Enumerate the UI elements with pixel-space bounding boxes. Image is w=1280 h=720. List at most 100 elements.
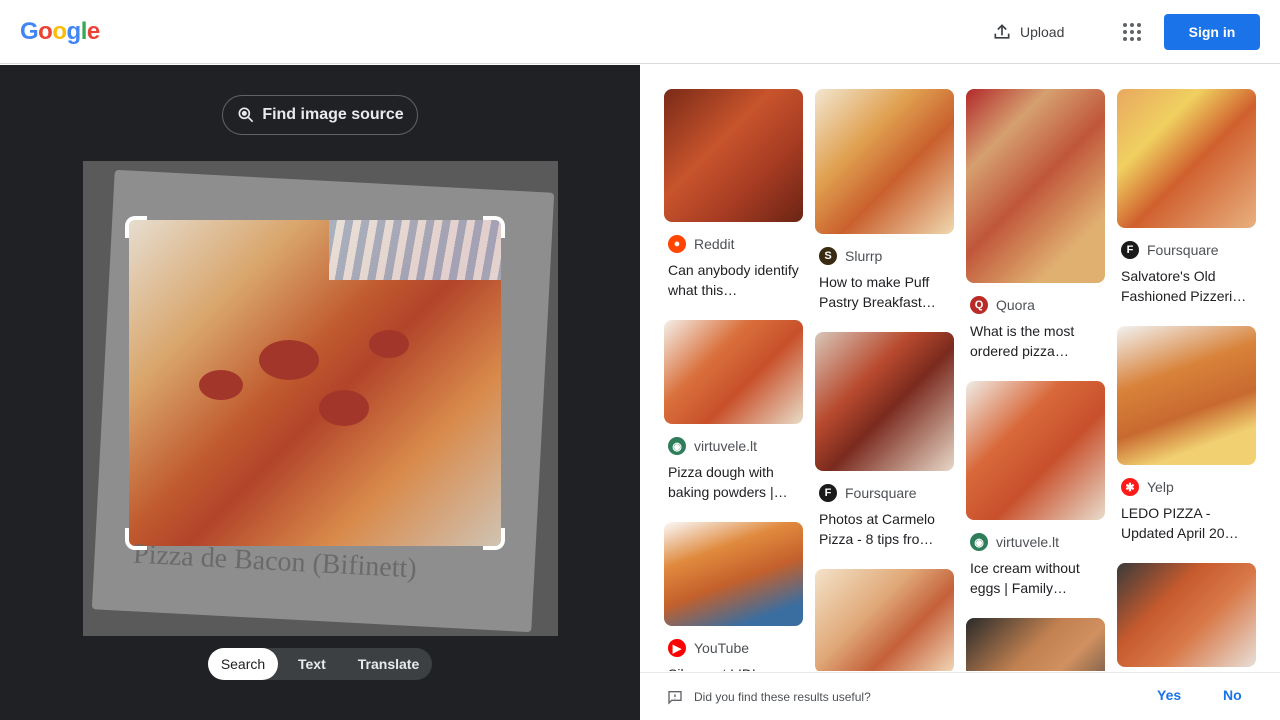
result-thumbnail[interactable] [1117, 326, 1256, 465]
find-image-source-button[interactable]: Find image source [222, 95, 418, 135]
result-card[interactable]: ◉ virtuvele.lt Ice cream without eggs | Fa… [966, 381, 1105, 598]
result-title[interactable]: Photos at Carmelo Pizza - 8 tips fro… [819, 509, 951, 549]
source-favicon-icon: ◉ [668, 437, 686, 455]
uploaded-image[interactable]: Pizza de Bacon (Bifinett) [83, 161, 558, 636]
result-source[interactable]: ▶ YouTube [668, 638, 803, 658]
source-name: YouTube [694, 640, 750, 656]
topping [199, 370, 243, 400]
logo-letter: o [52, 18, 67, 45]
result-card[interactable]: ▶ YouTube Silver pot LIDL… [664, 522, 803, 671]
result-thumbnail[interactable] [664, 320, 803, 424]
source-favicon-icon: Q [970, 296, 988, 314]
result-thumbnail[interactable] [664, 522, 803, 626]
result-source[interactable]: F Foursquare [819, 483, 954, 503]
result-card[interactable] [966, 618, 1105, 671]
feedback-no-button[interactable]: No [1223, 687, 1242, 703]
source-name: virtuvele.lt [996, 534, 1060, 550]
results-column: Q Quora What is the most ordered pizza… ◉ vi… [966, 89, 1105, 671]
source-name: Quora [996, 297, 1035, 313]
result-card[interactable]: S Slurrp How to make Puff Pastry Breakfast… [815, 89, 954, 312]
source-name: Reddit [694, 236, 735, 252]
logo-letter: e [86, 18, 100, 45]
result-card[interactable]: F Foursquare Salvatore's Old Fashioned Piz… [1117, 89, 1256, 306]
source-name: virtuvele.lt [694, 438, 758, 454]
result-title[interactable]: Salvatore's Old Fashioned Pizzeri… [1121, 266, 1253, 306]
result-card[interactable]: ● Reddit Can anybody identify what this… [664, 89, 803, 300]
result-title[interactable]: What is the most ordered pizza… [970, 321, 1102, 361]
visual-matches-grid: ● Reddit Can anybody identify what this… ◉ v… [640, 65, 1280, 671]
mode-search[interactable]: Search [208, 648, 278, 680]
feedback-question: Did you find these results useful? [694, 690, 871, 704]
result-thumbnail[interactable] [815, 332, 954, 471]
result-thumbnail[interactable] [966, 618, 1105, 671]
result-title[interactable]: Silver pot LIDL… [668, 664, 800, 671]
result-title[interactable]: Ice cream without eggs | Family… [970, 558, 1102, 598]
crop-handle-top-left[interactable] [125, 216, 147, 238]
crop-handle-bottom-left[interactable] [125, 528, 147, 550]
logo-letter: o [38, 18, 53, 45]
result-thumbnail[interactable] [815, 89, 954, 234]
result-card[interactable]: ◉ virtuvele.lt Pizza dough with baking pow… [664, 320, 803, 502]
result-source[interactable]: ◉ virtuvele.lt [970, 532, 1105, 552]
result-source[interactable]: S Slurrp [819, 246, 954, 266]
source-favicon-icon: F [819, 484, 837, 502]
source-favicon-icon: ● [668, 235, 686, 253]
result-thumbnail[interactable] [1117, 89, 1256, 228]
result-thumbnail[interactable] [966, 381, 1105, 520]
google-logo[interactable]: Google [20, 18, 100, 46]
lens-mode-switch: Search Text Translate [208, 648, 432, 680]
result-source[interactable]: F Foursquare [1121, 240, 1256, 260]
mode-translate[interactable]: Translate [346, 648, 431, 680]
topping [369, 330, 409, 358]
result-thumbnail[interactable] [815, 569, 954, 671]
result-source[interactable]: ✱ Yelp [1121, 477, 1256, 497]
result-card[interactable]: ✱ Yelp LEDO PIZZA - Updated April 20… [1117, 326, 1256, 543]
result-card[interactable]: FFoursquare [815, 569, 954, 671]
source-name: Foursquare [845, 485, 917, 501]
crop-handle-bottom-right[interactable] [483, 528, 505, 550]
result-thumbnail[interactable] [664, 89, 803, 222]
crop-selection[interactable] [129, 220, 501, 546]
source-name: Yelp [1147, 479, 1174, 495]
result-card[interactable] [1117, 563, 1256, 667]
result-source[interactable]: Q Quora [970, 295, 1105, 315]
feedback-icon [668, 691, 682, 705]
result-title[interactable]: Can anybody identify what this… [668, 260, 800, 300]
mode-text[interactable]: Text [286, 648, 338, 680]
lens-image-pane: Find image source Pizza de Bacon (Bifine… [0, 65, 640, 720]
upload-label: Upload [1020, 24, 1065, 40]
source-name: Foursquare [1147, 242, 1219, 258]
source-favicon-icon: ✱ [1121, 478, 1139, 496]
results-column: ● Reddit Can anybody identify what this… ◉ v… [664, 89, 803, 671]
crop-handle-top-right[interactable] [483, 216, 505, 238]
result-thumbnail[interactable] [1117, 563, 1256, 667]
source-favicon-icon: S [819, 247, 837, 265]
sign-in-button[interactable]: Sign in [1164, 14, 1260, 50]
top-bar: Google Upload Sign in [0, 0, 1280, 64]
source-favicon-icon: F [1121, 241, 1139, 259]
source-name: Slurrp [845, 248, 883, 264]
logo-letter: g [66, 18, 82, 45]
result-card[interactable]: F Foursquare Photos at Carmelo Pizza - 8 t… [815, 332, 954, 549]
result-card[interactable]: Q Quora What is the most ordered pizza… [966, 89, 1105, 361]
results-column: S Slurrp How to make Puff Pastry Breakfast… [815, 89, 954, 671]
topping [259, 340, 319, 380]
upload-icon [994, 24, 1010, 39]
source-favicon-icon: ◉ [970, 533, 988, 551]
source-favicon-icon: ▶ [668, 639, 686, 657]
result-title[interactable]: LEDO PIZZA - Updated April 20… [1121, 503, 1253, 543]
topping [319, 390, 369, 426]
lens-search-icon [238, 107, 254, 123]
result-thumbnail[interactable] [966, 89, 1105, 283]
grid-apps-icon[interactable] [1120, 20, 1144, 44]
feedback-yes-button[interactable]: Yes [1157, 687, 1181, 703]
result-source[interactable]: ● Reddit [668, 234, 803, 254]
result-source[interactable]: ◉ virtuvele.lt [668, 436, 803, 456]
feedback-bar: Did you find these results useful? Yes N… [640, 672, 1280, 720]
plate-rim [329, 220, 501, 280]
find-image-source-label: Find image source [262, 106, 404, 123]
results-column: F Foursquare Salvatore's Old Fashioned Piz… [1117, 89, 1256, 671]
upload-button[interactable]: Upload [992, 20, 1064, 44]
result-title[interactable]: Pizza dough with baking powders |… [668, 462, 800, 502]
result-title[interactable]: How to make Puff Pastry Breakfast… [819, 272, 951, 312]
